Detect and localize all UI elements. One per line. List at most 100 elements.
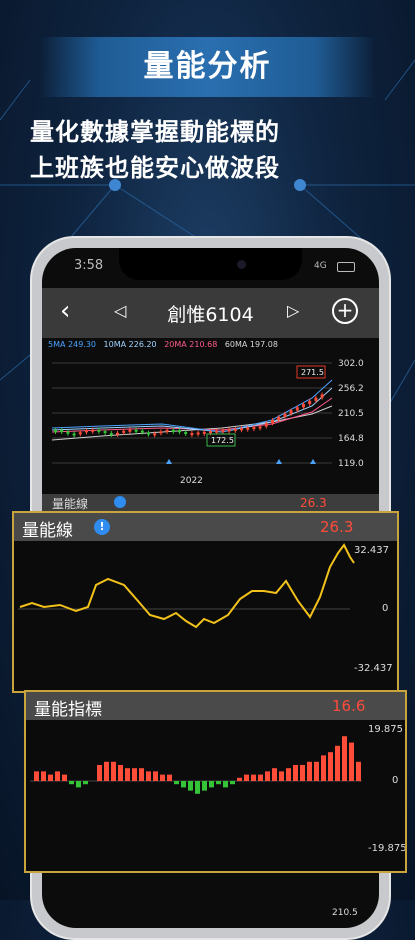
volume-index-bar (48, 774, 53, 781)
volume-index-bar (307, 761, 312, 781)
volume-index-bar (209, 781, 214, 788)
candle (85, 430, 88, 433)
candle (227, 429, 231, 432)
volume-index-bar (300, 765, 305, 781)
volume-index-panel: 量能指標 16.6 19.875 0 -19.875 (24, 690, 407, 873)
volume-index-bar (244, 774, 249, 781)
volume-index-bar (83, 781, 88, 785)
candle (184, 431, 188, 434)
candle (78, 432, 82, 435)
volume-index-bar (328, 752, 333, 781)
candle (66, 431, 70, 434)
volume-index-bar (321, 755, 326, 781)
camera-icon (237, 260, 246, 269)
candle (202, 431, 206, 434)
add-icon[interactable]: + (332, 298, 358, 324)
volume-index-bar (223, 781, 228, 788)
volume-index-bar (174, 781, 179, 785)
candle (60, 430, 64, 432)
candle (97, 429, 101, 432)
candle (103, 431, 107, 434)
phone-notch (119, 248, 302, 280)
volume-index-title: 量能指標 (34, 700, 102, 720)
volume-index-axis-zero: 0 (392, 775, 399, 786)
candle (302, 404, 305, 408)
candle (165, 429, 169, 432)
volume-line-header: 量能線 ! 26.3 (14, 513, 397, 541)
candle (196, 432, 200, 435)
mini-info-icon (114, 496, 126, 508)
bottom-price-tick: 210.5 (332, 908, 358, 918)
price-tick-2: 256.2 (338, 384, 364, 394)
next-stock-icon[interactable]: ▷ (287, 301, 299, 320)
candle (289, 410, 293, 414)
candle (209, 431, 212, 434)
candle (122, 430, 126, 433)
volume-index-bar (258, 774, 263, 781)
low-annotation: 172.5 (211, 436, 234, 445)
candle (140, 430, 144, 433)
volume-index-bar (62, 774, 67, 781)
volume-index-bar (272, 768, 277, 781)
candle (171, 429, 175, 432)
candle (116, 432, 119, 435)
candle (264, 423, 268, 427)
volume-index-value: 16.6 (332, 697, 366, 715)
volume-line-value: 26.3 (320, 518, 354, 536)
candle (258, 426, 262, 429)
volume-index-bar (216, 781, 221, 785)
volume-index-bar (356, 761, 361, 781)
volume-index-bar (293, 765, 298, 781)
volume-index-bar (34, 771, 39, 781)
candle (178, 430, 181, 433)
candle (283, 413, 287, 417)
candle (221, 430, 225, 433)
banner-title: 量能分析 (143, 49, 272, 84)
candle (134, 429, 138, 432)
battery-icon (337, 262, 355, 272)
volume-index-bar (188, 781, 193, 791)
price-tick-3: 210.5 (338, 409, 364, 419)
volume-index-bar (237, 777, 242, 781)
candle (215, 430, 219, 433)
volume-index-axis-top: 19.875 (368, 724, 403, 735)
volume-line-axis-bottom: -32.437 (354, 663, 393, 674)
volume-index-bar (104, 761, 109, 781)
volume-line-chart (18, 543, 355, 629)
candle (295, 407, 299, 411)
volume-index-bar (76, 781, 81, 788)
volume-line-series (19, 543, 355, 629)
mini-panel-value: 26.3 (300, 496, 327, 510)
candle (240, 428, 243, 431)
status-signal: 4G (314, 261, 327, 271)
volume-index-bar (132, 768, 137, 781)
volume-index-bar (97, 765, 102, 781)
volume-index-bar (195, 781, 200, 794)
candle (54, 430, 57, 432)
volume-index-bar (202, 781, 207, 791)
volume-index-bar (55, 771, 60, 781)
candle (246, 427, 250, 430)
volume-index-bar (160, 774, 165, 781)
high-annotation: 271.5 (301, 368, 324, 377)
year-label: 2022 (180, 476, 203, 486)
volume-index-bar (139, 768, 144, 781)
volume-index-axis-bottom: -19.875 (368, 843, 407, 854)
volume-index-bar (342, 736, 347, 781)
candle (320, 394, 324, 398)
volume-index-bar (111, 761, 116, 781)
volume-index-bar (286, 768, 291, 781)
info-icon[interactable]: ! (94, 519, 110, 535)
volume-index-bar (153, 771, 158, 781)
volume-index-bars (34, 736, 361, 794)
candle (109, 433, 113, 436)
volume-line-axis-top: 32.437 (354, 545, 389, 556)
volume-index-bar (125, 768, 130, 781)
candle (252, 427, 256, 430)
volume-index-bar (146, 771, 151, 781)
volume-index-header: 量能指標 16.6 (26, 692, 405, 720)
price-tick-4: 164.8 (338, 434, 364, 444)
volume-index-bar (41, 771, 46, 781)
volume-index-bar (265, 771, 270, 781)
volume-index-bar (181, 781, 186, 788)
